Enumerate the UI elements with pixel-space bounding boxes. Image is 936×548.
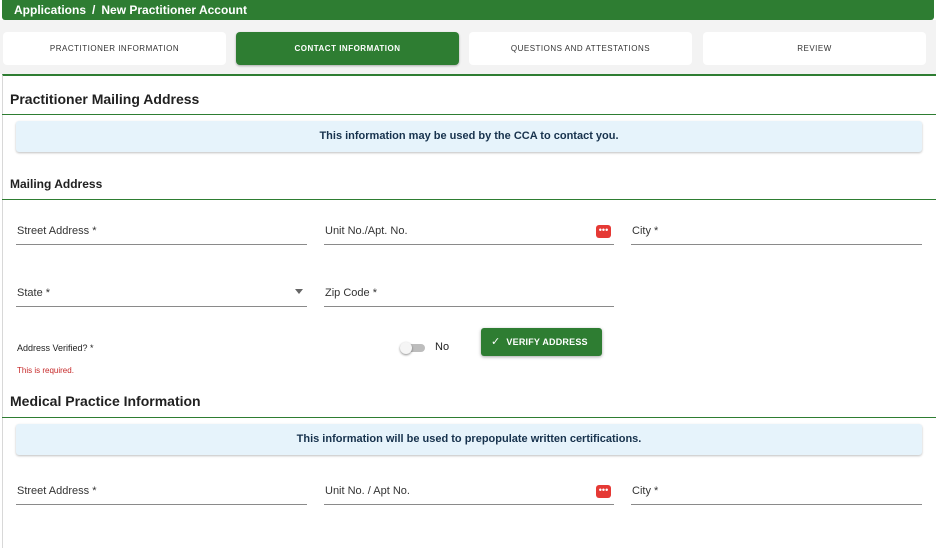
address-verified-toggle[interactable] bbox=[400, 342, 426, 354]
practice-street-address-label: Street Address * bbox=[17, 485, 97, 497]
caret-down-icon[interactable] bbox=[295, 289, 303, 294]
mailing-unit-label: Unit No./Apt. No. bbox=[325, 225, 408, 237]
practice-city-field[interactable]: City * bbox=[631, 481, 922, 505]
address-verified-value: No bbox=[435, 341, 450, 353]
mailing-zip-field[interactable]: Zip Code * bbox=[324, 283, 614, 307]
mailing-street-address-field[interactable]: Street Address * bbox=[16, 221, 307, 245]
practice-unit-field[interactable]: Unit No. / Apt No. ••• bbox=[324, 481, 614, 505]
mailing-state-select[interactable]: State * bbox=[16, 283, 307, 307]
step-contact-information[interactable]: CONTACT INFORMATION bbox=[236, 32, 459, 65]
breadcrumb-separator: / bbox=[92, 3, 96, 17]
top-bar: Applications / New Practitioner Account bbox=[2, 0, 934, 20]
practice-street-address-field[interactable]: Street Address * bbox=[16, 481, 307, 505]
breadcrumb-applications-link[interactable]: Applications bbox=[14, 3, 86, 17]
password-dots-icon[interactable]: ••• bbox=[596, 225, 611, 238]
mailing-street-address-label: Street Address * bbox=[17, 225, 97, 237]
step-practitioner-information[interactable]: PRACTITIONER INFORMATION bbox=[3, 32, 226, 65]
verify-address-label: VERIFY ADDRESS bbox=[506, 337, 588, 347]
mailing-section-divider bbox=[2, 114, 936, 115]
mailing-address-subheading: Mailing Address bbox=[10, 177, 103, 191]
mailing-info-banner: This information may be used by the CCA … bbox=[16, 121, 922, 152]
breadcrumb: Applications / New Practitioner Account bbox=[14, 3, 247, 17]
mailing-state-label: State * bbox=[17, 287, 51, 299]
practice-section-divider bbox=[2, 417, 936, 418]
toggle-thumb[interactable] bbox=[400, 342, 412, 354]
step-questions-and-attestations[interactable]: QUESTIONS AND ATTESTATIONS bbox=[469, 32, 692, 65]
verify-address-button[interactable]: ✓ VERIFY ADDRESS bbox=[481, 328, 602, 356]
step-review[interactable]: REVIEW bbox=[703, 32, 926, 65]
practice-section-title: Medical Practice Information bbox=[10, 393, 201, 409]
mailing-city-field[interactable]: City * bbox=[631, 221, 922, 245]
mailing-unit-field[interactable]: Unit No./Apt. No. ••• bbox=[324, 221, 614, 245]
check-icon: ✓ bbox=[491, 336, 501, 348]
practice-city-label: City * bbox=[632, 485, 659, 497]
practice-info-banner: This information will be used to prepopu… bbox=[16, 424, 922, 455]
breadcrumb-current: New Practitioner Account bbox=[101, 3, 247, 17]
address-verified-error: This is required. bbox=[17, 366, 74, 375]
mailing-section-title: Practitioner Mailing Address bbox=[10, 91, 200, 107]
password-dots-icon[interactable]: ••• bbox=[596, 485, 611, 498]
mailing-zip-label: Zip Code * bbox=[325, 287, 377, 299]
mailing-city-label: City * bbox=[632, 225, 659, 237]
practice-unit-label: Unit No. / Apt No. bbox=[325, 485, 410, 497]
address-verified-label: Address Verified? * bbox=[17, 343, 94, 353]
mailing-address-divider bbox=[2, 199, 936, 200]
